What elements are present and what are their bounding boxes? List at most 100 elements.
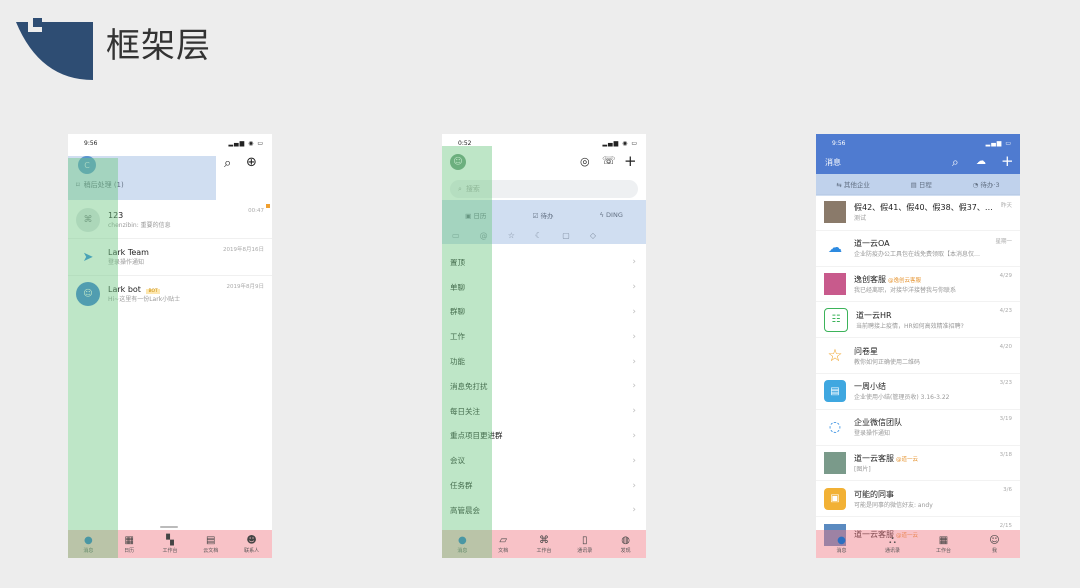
search-bar[interactable]: ⌕ 搜索: [450, 180, 638, 198]
tab-me[interactable]: ☺ 我: [977, 535, 1013, 554]
search-icon[interactable]: ⌕: [224, 156, 231, 171]
search-icon: ⌕: [458, 184, 462, 193]
group-list: 置顶 › 单聊 › 群聊 › 工作 › 功能 › 消息免打扰 › 每日关注 › 重点项目更进群…: [442, 250, 646, 523]
box-icon[interactable]: ▢: [562, 231, 570, 240]
tab-discover[interactable]: ◍ 发现: [608, 535, 644, 554]
chat-item[interactable]: ⌘ 123 chenzibin: 重要的信息 00:47: [68, 202, 272, 239]
later-bar[interactable]: ⌑ 稍后处理 (1): [68, 176, 272, 194]
filter-label: 日程: [918, 181, 932, 189]
chat-item[interactable]: 道一云客服 @道一云 [图片] 3/18: [816, 446, 1020, 482]
add-icon[interactable]: +: [1001, 152, 1014, 170]
chat-item[interactable]: ◌ 企业微信团队 登录操作通知 3/19: [816, 410, 1020, 446]
group-item[interactable]: 工作 ›: [442, 324, 646, 349]
at-icon[interactable]: @: [480, 231, 488, 240]
chevron-right-icon: ›: [632, 356, 636, 367]
signal-icon: ▂▄▆ ▭: [985, 139, 1012, 147]
tab-label: 我: [991, 547, 997, 554]
chat-item[interactable]: ☷ 道一云HR 当前聘接上疫情，HR如何高效精准招聘? 4/23: [816, 302, 1020, 339]
chat-preview: 企业使用小结(管理员收) 3.16-3.22: [854, 394, 950, 402]
group-item[interactable]: 功能 ›: [442, 349, 646, 374]
photo-avatar: [824, 451, 846, 474]
app-header: 消息 ⌕ ☁ +: [816, 152, 1020, 174]
chat-item[interactable]: ▣ 可能的同事 可能是同事的微信好友: andy 3/6: [816, 481, 1020, 518]
chevron-right-icon: ›: [632, 257, 636, 268]
chat-preview: 当前聘接上疫情，HR如何高效精准招聘?: [856, 322, 964, 330]
group-item[interactable]: 高管晨会 ›: [442, 498, 646, 523]
chat-time: 4/29: [999, 272, 1012, 279]
search-icon[interactable]: ⌕: [952, 155, 959, 170]
add-icon[interactable]: +: [624, 152, 637, 170]
filter-other-org[interactable]: ⇆ 其他企业: [836, 179, 870, 189]
chat-item[interactable]: ▤ 一周小结 企业使用小结(管理员收) 3.16-3.22 3/23: [816, 374, 1020, 410]
tab-messages[interactable]: ● 消息: [444, 535, 480, 554]
group-item[interactable]: 任务群 ›: [442, 473, 646, 498]
chat-time: 2/15: [999, 523, 1012, 530]
cloud-icon[interactable]: ☁: [976, 156, 986, 167]
chevron-right-icon: ›: [632, 331, 636, 342]
quick-calendar[interactable]: ▣ 日历: [465, 210, 486, 220]
chevron-right-icon: ›: [632, 381, 636, 392]
chevron-right-icon: ›: [632, 505, 636, 516]
tab-workspace[interactable]: ⌘ 工作台: [526, 535, 562, 554]
group-item[interactable]: 群聊 ›: [442, 300, 646, 325]
chat-item[interactable]: ☆ 问卷星 教你如何正确使用二维码 4/20: [816, 338, 1020, 374]
home-indicator: [160, 526, 178, 528]
group-item[interactable]: 重点项目更进群 ›: [442, 424, 646, 449]
org-tag: @道一云: [896, 456, 919, 463]
tag-icon[interactable]: ◇: [590, 231, 596, 240]
star-icon[interactable]: ☆: [508, 231, 515, 240]
folder-icon: ▱: [499, 534, 508, 546]
quick-todo[interactable]: ☑ 待办: [533, 210, 554, 220]
tab-calendar[interactable]: ▦ 日历: [111, 535, 147, 554]
chat-icon[interactable]: ◎: [580, 155, 590, 168]
chat-name: 企业微信团队: [854, 418, 902, 428]
group-item[interactable]: 单聊 ›: [442, 275, 646, 300]
avatar[interactable]: ☺: [450, 154, 466, 170]
tab-bar: ● 消息 ▱ 文档 ⌘ 工作台 ▯ 通讯录 ◍ 发现: [442, 530, 646, 558]
search-placeholder: 搜索: [465, 185, 480, 193]
compass-icon: ◍: [621, 534, 630, 546]
group-label: 单聊: [450, 282, 465, 292]
tab-contacts[interactable]: ☻ 联系人: [234, 535, 270, 554]
group-item[interactable]: 消息免打扰 ›: [442, 374, 646, 399]
tab-messages[interactable]: ● 消息: [70, 535, 106, 554]
tab-docs[interactable]: ▱ 文档: [485, 535, 521, 554]
status-bar: 0:52 ▂▄▆ ◉ ▭: [442, 134, 646, 152]
chat-list: ⌘ 123 chenzibin: 重要的信息 00:47 ➤ Lark Team…: [68, 202, 272, 312]
avatar[interactable]: C: [78, 156, 96, 174]
chat-item[interactable]: ☁ 道一云OA 企业防疫办公工具包在线免费领取【本消息仅… 星期一: [816, 231, 1020, 267]
filter-schedule[interactable]: ▤ 日程: [911, 179, 932, 189]
group-label: 任务群: [450, 481, 473, 491]
org-chart-icon: ⛬: [889, 534, 896, 546]
tab-workspace[interactable]: ▚ 工作台: [152, 535, 188, 554]
tab-contacts[interactable]: ▯ 通讯录: [567, 535, 603, 554]
group-label: 功能: [450, 357, 465, 367]
group-item[interactable]: 会议 ›: [442, 448, 646, 473]
chat-item[interactable]: 假42、假41、假40、假38、假37、… 测试 昨天: [816, 195, 1020, 231]
tab-label: 消息: [457, 547, 468, 554]
phone-icon[interactable]: ☏: [602, 154, 616, 167]
group-label: 工作: [450, 332, 465, 342]
filter-label: 待办·3: [980, 181, 1000, 189]
wecom-logo-icon: ◌: [824, 416, 846, 439]
group-item[interactable]: 置顶 ›: [442, 250, 646, 275]
chat-item[interactable]: ➤ Lark Team 登录操作通知 2019年8月16日: [68, 239, 272, 276]
add-icon[interactable]: ⊕: [246, 155, 257, 170]
tab-docs[interactable]: ▤ 云文档: [193, 535, 229, 554]
chat-name-text: 道一云客服: [854, 453, 894, 463]
chat-icon: ●: [84, 534, 93, 546]
status-bar: 9:56 ▂▄▆ ◉ ▭: [68, 134, 272, 152]
group-item[interactable]: 每日关注 ›: [442, 399, 646, 424]
moon-icon[interactable]: ☾: [535, 231, 542, 240]
chat-item[interactable]: 逸创客服 @逸创云客服 我已经离职，对接华洋接替我与你联系 4/29: [816, 267, 1020, 303]
tab-workspace[interactable]: ▦ 工作台: [926, 535, 962, 554]
contact-card-icon: ▣: [824, 487, 846, 510]
workspace-icon: ▚: [166, 534, 174, 546]
tab-label: 日历: [124, 547, 135, 554]
quick-ding[interactable]: ϟ DING: [600, 211, 623, 219]
monitor-icon[interactable]: ▭: [452, 231, 460, 240]
tab-contacts[interactable]: ⛬ 通讯录: [875, 535, 911, 554]
chat-item[interactable]: ☺ Lark bot BOT Hi~这里有一份Lark小贴士 2019年8月9日: [68, 276, 272, 312]
filter-todo[interactable]: ◔ 待办·3: [973, 179, 1000, 189]
tab-messages[interactable]: ● 消息: [824, 535, 860, 554]
